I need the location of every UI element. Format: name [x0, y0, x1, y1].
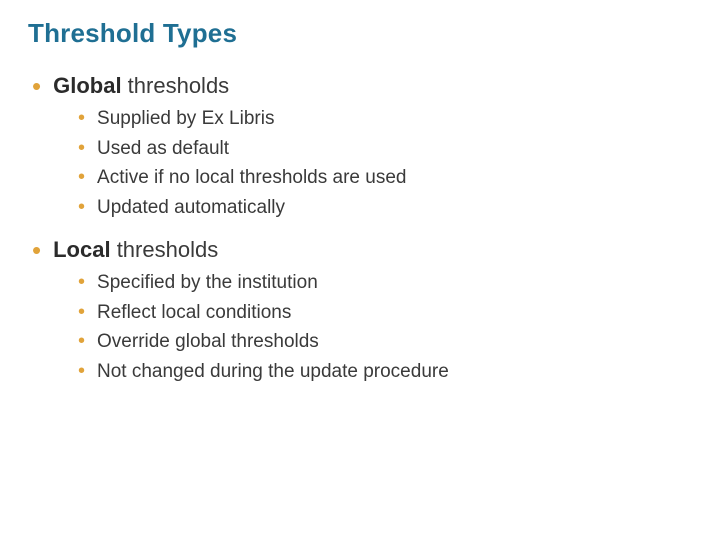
- item-text: Supplied by Ex Libris: [97, 105, 274, 133]
- heading-local: • Local thresholds: [32, 235, 692, 263]
- item-text: Updated automatically: [97, 194, 285, 222]
- bullet-icon: •: [78, 197, 85, 217]
- heading-rest: thresholds: [122, 73, 230, 98]
- heading-bold: Global: [53, 73, 121, 98]
- section-local: • Local thresholds • Specified by the in…: [28, 235, 692, 385]
- item-text: Reflect local conditions: [97, 299, 291, 327]
- bullet-icon: •: [78, 331, 85, 351]
- list-item: • Specified by the institution: [78, 269, 692, 297]
- item-text: Active if no local thresholds are used: [97, 164, 406, 192]
- list-item: • Used as default: [78, 135, 692, 163]
- item-text: Specified by the institution: [97, 269, 318, 297]
- list-item: • Override global thresholds: [78, 328, 692, 356]
- bullet-icon: •: [78, 272, 85, 292]
- heading-global: • Global thresholds: [32, 71, 692, 99]
- bullet-icon: •: [32, 237, 41, 263]
- section-global: • Global thresholds • Supplied by Ex Lib…: [28, 71, 692, 221]
- slide-title: Threshold Types: [28, 18, 692, 49]
- heading-bold: Local: [53, 237, 110, 262]
- bullet-icon: •: [78, 361, 85, 381]
- item-text: Not changed during the update procedure: [97, 358, 449, 386]
- bullet-icon: •: [78, 167, 85, 187]
- bullet-icon: •: [78, 302, 85, 322]
- bullet-icon: •: [78, 138, 85, 158]
- list-item: • Not changed during the update procedur…: [78, 358, 692, 386]
- sublist-global: • Supplied by Ex Libris • Used as defaul…: [78, 105, 692, 221]
- list-item: • Supplied by Ex Libris: [78, 105, 692, 133]
- item-text: Used as default: [97, 135, 229, 163]
- bullet-icon: •: [32, 73, 41, 99]
- list-item: • Updated automatically: [78, 194, 692, 222]
- slide: Threshold Types • Global thresholds • Su…: [0, 0, 720, 540]
- list-item: • Reflect local conditions: [78, 299, 692, 327]
- sublist-local: • Specified by the institution • Reflect…: [78, 269, 692, 385]
- bullet-icon: •: [78, 108, 85, 128]
- item-text: Override global thresholds: [97, 328, 319, 356]
- heading-rest: thresholds: [111, 237, 219, 262]
- list-item: • Active if no local thresholds are used: [78, 164, 692, 192]
